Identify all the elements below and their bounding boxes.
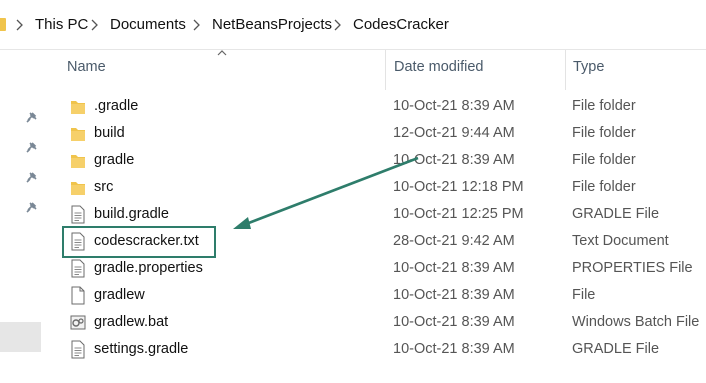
pin-icon[interactable] [24, 171, 38, 185]
blank-file-icon [71, 286, 85, 305]
pin-icon[interactable] [24, 141, 38, 155]
file-date: 10-Oct-21 8:39 AM [393, 341, 515, 357]
folder-icon [0, 18, 6, 31]
chevron-right-icon [193, 19, 200, 31]
file-row[interactable]: gradle 10-Oct-21 8:39 AM File folder [62, 147, 706, 174]
file-type: PROPERTIES File [572, 260, 693, 276]
breadcrumb-documents[interactable]: Documents [110, 15, 186, 35]
file-type: Windows Batch File [572, 314, 700, 330]
file-row[interactable]: settings.gradle 10-Oct-21 8:39 AM GRADLE… [62, 336, 706, 363]
file-type: GRADLE File [572, 341, 660, 357]
file-date: 10-Oct-21 8:39 AM [393, 152, 515, 168]
file-date: 10-Oct-21 8:39 AM [393, 314, 515, 330]
file-row[interactable]: gradlew.bat 10-Oct-21 8:39 AM Windows Ba… [62, 309, 706, 336]
file-name: .gradle [94, 98, 139, 114]
column-divider[interactable] [385, 50, 386, 90]
text-file-icon [71, 259, 85, 278]
nav-pane-selected-item[interactable] [0, 322, 41, 352]
file-name: gradle [94, 152, 135, 168]
file-date: 10-Oct-21 8:39 AM [393, 287, 515, 303]
chevron-right-icon [91, 19, 98, 31]
pin-icon[interactable] [24, 201, 38, 215]
file-date: 10-Oct-21 8:39 AM [393, 98, 515, 114]
pin-icon[interactable] [24, 111, 38, 125]
file-type: File folder [572, 152, 636, 168]
folder-icon [71, 182, 85, 195]
file-type: GRADLE File [572, 206, 660, 222]
file-name: gradlew [94, 287, 145, 303]
file-date: 10-Oct-21 12:25 PM [393, 206, 524, 222]
column-header-type[interactable]: Type [573, 59, 604, 75]
file-type: File folder [572, 125, 636, 141]
file-type: Text Document [572, 233, 669, 249]
batch-file-icon [70, 315, 86, 330]
file-row[interactable]: .gradle 10-Oct-21 8:39 AM File folder [62, 93, 706, 120]
file-name: settings.gradle [94, 341, 189, 357]
address-bar[interactable]: This PC Documents NetBeansProjects Codes… [0, 0, 706, 50]
file-explorer-window: This PC Documents NetBeansProjects Codes… [0, 0, 706, 383]
file-date: 10-Oct-21 12:18 PM [393, 179, 524, 195]
folder-icon [71, 155, 85, 168]
column-header-name[interactable]: Name [67, 59, 106, 75]
file-row[interactable]: build.gradle 10-Oct-21 12:25 PM GRADLE F… [62, 201, 706, 228]
text-file-icon [71, 340, 85, 359]
file-date: 12-Oct-21 9:44 AM [393, 125, 515, 141]
file-type: File folder [572, 98, 636, 114]
file-name: gradle.properties [94, 260, 203, 276]
file-row[interactable]: src 10-Oct-21 12:18 PM File folder [62, 174, 706, 201]
text-file-icon [71, 205, 85, 224]
breadcrumb-codescracker[interactable]: CodesCracker [353, 15, 449, 35]
highlight-box [62, 226, 216, 258]
folder-icon [71, 128, 85, 141]
file-date: 10-Oct-21 8:39 AM [393, 260, 515, 276]
file-row[interactable]: gradlew 10-Oct-21 8:39 AM File [62, 282, 706, 309]
column-divider[interactable] [565, 50, 566, 90]
breadcrumb-this-pc[interactable]: This PC [35, 15, 88, 35]
file-row[interactable]: gradle.properties 10-Oct-21 8:39 AM PROP… [62, 255, 706, 282]
chevron-right-icon [334, 19, 341, 31]
chevron-right-icon [16, 19, 23, 31]
file-row[interactable]: build 12-Oct-21 9:44 AM File folder [62, 120, 706, 147]
file-name: gradlew.bat [94, 314, 169, 330]
file-name: src [94, 179, 114, 195]
column-header-date-modified[interactable]: Date modified [394, 59, 483, 75]
file-type: File folder [572, 179, 636, 195]
file-name: build.gradle [94, 206, 169, 222]
file-type: File [572, 287, 596, 303]
file-name: build [94, 125, 125, 141]
sort-ascending-icon [217, 50, 227, 56]
breadcrumb-netbeansprojects[interactable]: NetBeansProjects [212, 15, 332, 35]
file-date: 28-Oct-21 9:42 AM [393, 233, 515, 249]
folder-icon [71, 101, 85, 114]
